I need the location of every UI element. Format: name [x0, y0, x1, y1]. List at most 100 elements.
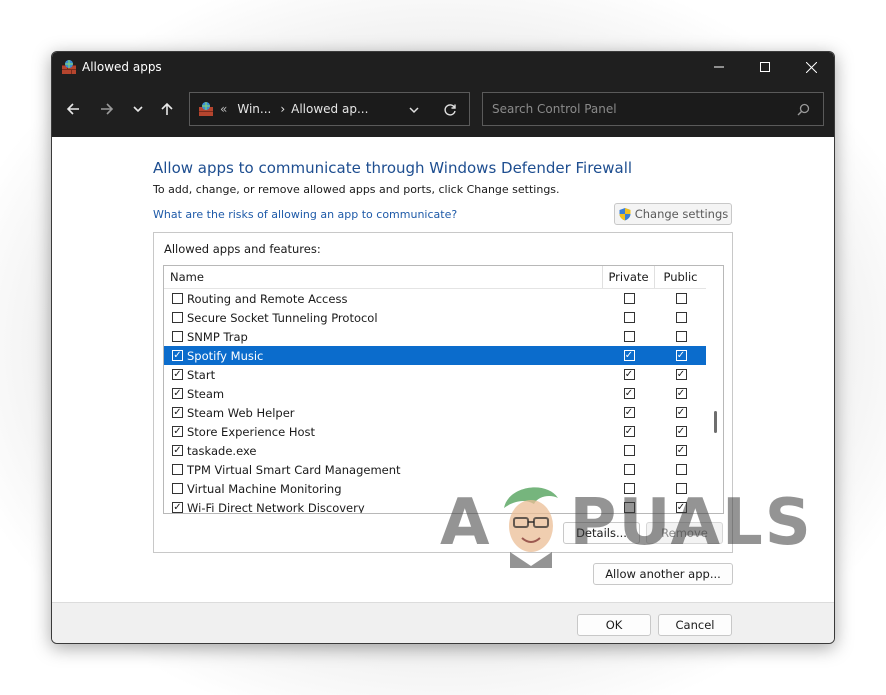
allowed-apps-list[interactable]: Name Private Public Routing and Remote A… — [163, 265, 724, 514]
enabled-checkbox[interactable] — [172, 464, 183, 475]
scrollbar-thumb[interactable] — [714, 411, 717, 433]
table-row[interactable]: SNMP Trap — [164, 327, 707, 346]
private-checkbox[interactable] — [623, 293, 635, 304]
public-checkbox[interactable]: ✓ — [675, 369, 687, 380]
refresh-icon[interactable] — [443, 103, 457, 117]
breadcrumb-separator[interactable]: › — [280, 102, 285, 116]
private-checkbox[interactable]: ✓ — [623, 407, 635, 418]
close-icon — [805, 61, 817, 73]
enabled-checkbox[interactable] — [172, 312, 183, 323]
breadcrumb-windows[interactable]: Win... — [237, 102, 271, 116]
forward-button[interactable] — [94, 96, 120, 122]
risks-link[interactable]: What are the risks of allowing an app to… — [153, 208, 457, 221]
table-row[interactable]: ✓ Wi-Fi Direct Network Discovery ✓ — [164, 498, 707, 513]
public-checkbox[interactable]: ✓ — [675, 426, 687, 437]
up-button[interactable] — [154, 96, 180, 122]
enabled-checkbox[interactable]: ✓ — [172, 426, 183, 437]
enabled-checkbox[interactable]: ✓ — [172, 502, 183, 513]
cancel-button[interactable]: Cancel — [658, 614, 732, 636]
table-row[interactable]: ✓ Steam ✓ ✓ — [164, 384, 707, 403]
minimize-button[interactable] — [696, 52, 742, 82]
public-checkbox[interactable]: ✓ — [675, 388, 687, 399]
recent-locations-button[interactable] — [125, 96, 151, 122]
address-box[interactable]: « Win... › Allowed ap... — [189, 92, 470, 126]
enabled-checkbox[interactable]: ✓ — [172, 407, 183, 418]
private-checkbox[interactable]: ✓ — [623, 426, 635, 437]
private-checkbox[interactable]: ✓ — [623, 350, 635, 361]
row-private-cell — [603, 502, 655, 513]
enabled-checkbox[interactable]: ✓ — [172, 445, 183, 456]
row-public-cell: ✓ — [655, 445, 707, 456]
table-row[interactable]: ✓ Steam Web Helper ✓ ✓ — [164, 403, 707, 422]
enabled-checkbox[interactable]: ✓ — [172, 350, 183, 361]
change-settings-button[interactable]: Change settings — [614, 203, 732, 225]
private-checkbox[interactable]: ✓ — [623, 388, 635, 399]
app-name: Secure Socket Tunneling Protocol — [187, 310, 378, 325]
allowed-apps-window: Allowed apps « Win... › Allowed ap... Se… — [51, 51, 835, 644]
scrollbar[interactable] — [706, 266, 723, 513]
table-row[interactable]: ✓ taskade.exe ✓ — [164, 441, 707, 460]
private-checkbox[interactable] — [623, 331, 635, 342]
public-checkbox[interactable]: ✓ — [675, 502, 687, 513]
public-checkbox[interactable]: ✓ — [675, 350, 687, 361]
address-dropdown-icon[interactable] — [408, 104, 420, 116]
private-checkbox[interactable] — [623, 502, 635, 513]
public-checkbox[interactable] — [675, 293, 687, 304]
window-controls — [696, 52, 834, 82]
group-title: Allowed apps and features: — [164, 242, 321, 256]
row-public-cell: ✓ — [655, 369, 707, 380]
allow-another-app-button[interactable]: Allow another app... — [593, 563, 733, 585]
private-checkbox[interactable] — [623, 483, 635, 494]
details-button[interactable]: Details... — [563, 522, 640, 544]
table-row[interactable]: Virtual Machine Monitoring — [164, 479, 707, 498]
table-row[interactable]: TPM Virtual Smart Card Management — [164, 460, 707, 479]
private-checkbox[interactable] — [623, 445, 635, 456]
enabled-checkbox[interactable] — [172, 483, 183, 494]
dialog-footer: OK Cancel — [52, 602, 834, 643]
public-checkbox[interactable] — [675, 331, 687, 342]
remove-button[interactable]: Remove — [646, 522, 723, 544]
row-private-cell — [603, 464, 655, 475]
row-name-cell: Virtual Machine Monitoring — [164, 482, 603, 496]
row-public-cell: ✓ — [655, 407, 707, 418]
table-row[interactable]: Secure Socket Tunneling Protocol — [164, 308, 707, 327]
row-private-cell: ✓ — [603, 407, 655, 418]
column-header-name[interactable]: Name — [164, 266, 603, 288]
public-checkbox[interactable] — [675, 483, 687, 494]
app-name: SNMP Trap — [187, 329, 248, 344]
column-header-private[interactable]: Private — [603, 266, 655, 288]
row-public-cell — [655, 331, 707, 342]
private-checkbox[interactable] — [623, 312, 635, 323]
details-label: Details... — [576, 526, 627, 540]
private-checkbox[interactable]: ✓ — [623, 369, 635, 380]
ok-button[interactable]: OK — [577, 614, 651, 636]
enabled-checkbox[interactable] — [172, 331, 183, 342]
public-checkbox[interactable] — [675, 464, 687, 475]
private-checkbox[interactable] — [623, 464, 635, 475]
enabled-checkbox[interactable] — [172, 293, 183, 304]
overflow-chevrons[interactable]: « — [220, 102, 227, 116]
row-public-cell: ✓ — [655, 502, 707, 513]
enabled-checkbox[interactable]: ✓ — [172, 388, 183, 399]
breadcrumb-allowed-apps[interactable]: Allowed ap... — [291, 102, 368, 116]
back-button[interactable] — [60, 96, 86, 122]
row-private-cell: ✓ — [603, 426, 655, 437]
ok-label: OK — [605, 618, 623, 632]
firewall-icon — [199, 102, 213, 116]
public-checkbox[interactable] — [675, 312, 687, 323]
search-icon — [797, 103, 810, 116]
public-checkbox[interactable]: ✓ — [675, 445, 687, 456]
column-header-public[interactable]: Public — [655, 266, 707, 288]
search-input[interactable]: Search Control Panel — [482, 92, 824, 126]
maximize-button[interactable] — [742, 52, 788, 82]
table-row[interactable]: ✓ Store Experience Host ✓ ✓ — [164, 422, 707, 441]
table-row[interactable]: ✓ Spotify Music ✓ ✓ — [164, 346, 707, 365]
table-row[interactable]: Routing and Remote Access — [164, 289, 707, 308]
public-checkbox[interactable]: ✓ — [675, 407, 687, 418]
enabled-checkbox[interactable]: ✓ — [172, 369, 183, 380]
row-public-cell: ✓ — [655, 426, 707, 437]
row-private-cell: ✓ — [603, 388, 655, 399]
table-row[interactable]: ✓ Start ✓ ✓ — [164, 365, 707, 384]
allow-another-app-label: Allow another app... — [605, 567, 721, 581]
close-button[interactable] — [788, 52, 834, 82]
